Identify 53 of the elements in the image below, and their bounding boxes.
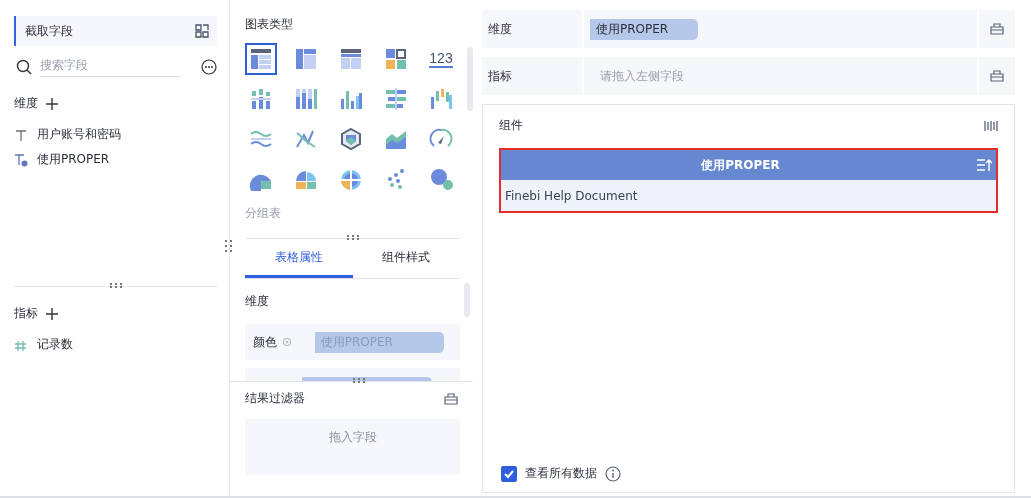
tab[interactable]: 组件样式 <box>352 239 460 278</box>
search-icon <box>16 58 32 75</box>
field-item[interactable]: 用户账号和密码 <box>37 126 121 143</box>
section-title: 维度 <box>245 293 270 310</box>
resize-handle[interactable] <box>353 376 365 382</box>
property-label: 颜色 <box>253 333 278 351</box>
add-icon[interactable] <box>46 97 58 110</box>
field-chip[interactable]: 使用PROPER <box>590 18 698 40</box>
info-icon[interactable] <box>605 465 621 482</box>
chart-icon <box>294 87 318 111</box>
formula-field-icon <box>14 152 28 167</box>
chart-type-button[interactable]: 123 <box>425 43 457 75</box>
panel-title: 截取字段 <box>25 22 73 40</box>
more-icon[interactable] <box>201 58 217 75</box>
chart-type-label: 分组表 <box>245 205 282 222</box>
field-item[interactable]: 使用PROPER <box>37 151 110 168</box>
chart-icon <box>249 47 273 71</box>
checkbox[interactable] <box>501 465 517 482</box>
gear-icon[interactable] <box>281 337 292 347</box>
search-field[interactable]: 搜索字段 <box>40 56 180 77</box>
chart-icon <box>384 87 408 111</box>
add-icon[interactable] <box>46 307 58 320</box>
chart-icon <box>294 47 318 71</box>
section-title: 指标 <box>14 305 38 322</box>
section-title: 图表类型 <box>245 16 294 33</box>
section-title: 维度 <box>14 95 38 112</box>
toolbox-icon[interactable] <box>990 70 1004 82</box>
barcode-icon[interactable] <box>984 119 998 132</box>
chart-icon <box>249 87 273 111</box>
text-field-icon <box>14 127 28 142</box>
chart-icon <box>429 87 453 111</box>
switch-icon[interactable] <box>195 24 209 38</box>
card-title: 组件 <box>499 117 523 134</box>
checkbox-label[interactable]: 查看所有数据 <box>525 465 597 482</box>
tab[interactable]: 表格属性 <box>245 239 353 278</box>
chart-type-button[interactable] <box>245 43 277 75</box>
chart-icon <box>339 47 363 71</box>
chart-icon <box>339 127 363 151</box>
chart-icon <box>339 167 363 191</box>
resize-handle[interactable] <box>225 240 232 252</box>
shelf-drop-area[interactable]: 使用PROPER <box>584 10 977 48</box>
toolbox-icon[interactable] <box>990 23 1004 35</box>
section-title: 结果过滤器 <box>245 390 305 407</box>
resize-handle[interactable] <box>109 281 122 287</box>
shelf-label: 维度 <box>482 10 582 48</box>
toolbox-icon[interactable] <box>444 392 458 405</box>
chart-icon <box>429 167 453 191</box>
resize-handle[interactable] <box>346 233 359 239</box>
sort-icon[interactable] <box>976 158 992 172</box>
field-item[interactable]: 记录数 <box>37 336 73 353</box>
table-cell: Finebi Help Document <box>505 188 638 203</box>
chart-icon <box>384 47 408 71</box>
shelf-label: 指标 <box>482 57 582 95</box>
